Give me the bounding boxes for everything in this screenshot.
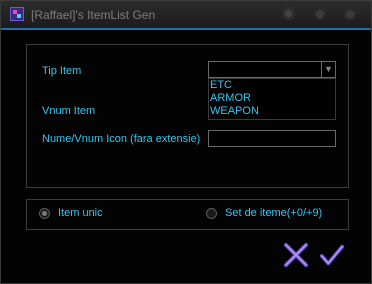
dropdown-option-weapon[interactable]: WEAPON [209,105,335,118]
checkmark-icon[interactable] [319,242,345,268]
title-accent-line [1,28,371,30]
item-unic-radio[interactable] [39,208,50,219]
chevron-down-icon[interactable]: ▼ [321,62,335,77]
set-items-radio[interactable] [206,208,217,219]
tip-item-dropdown: ETC ARMOR WEAPON [208,78,336,120]
vnum-item-label: Vnum Item [42,105,96,117]
close-button[interactable] [344,8,356,20]
icon-name-label: Nume/Vnum Icon (fara extensie) [42,133,201,145]
item-unic-label: Item unic [58,207,103,219]
app-icon [10,7,24,21]
minimize-button[interactable] [282,7,295,20]
close-x-icon[interactable] [283,242,309,268]
dropdown-option-armor[interactable]: ARMOR [209,92,335,105]
maximize-button[interactable] [314,8,326,20]
title-bar[interactable]: [Raffael]'s ItemList Gen [1,1,371,28]
app-window: [Raffael]'s ItemList Gen Tip Item ▼ ETC … [0,0,372,284]
dropdown-option-etc[interactable]: ETC [209,79,335,92]
tip-item-select[interactable]: ▼ [208,61,336,78]
icon-name-input[interactable] [208,130,336,147]
set-items-label: Set de iteme(+0/+9) [225,207,323,219]
tip-item-label: Tip Item [42,65,82,77]
window-title: [Raffael]'s ItemList Gen [31,8,156,22]
